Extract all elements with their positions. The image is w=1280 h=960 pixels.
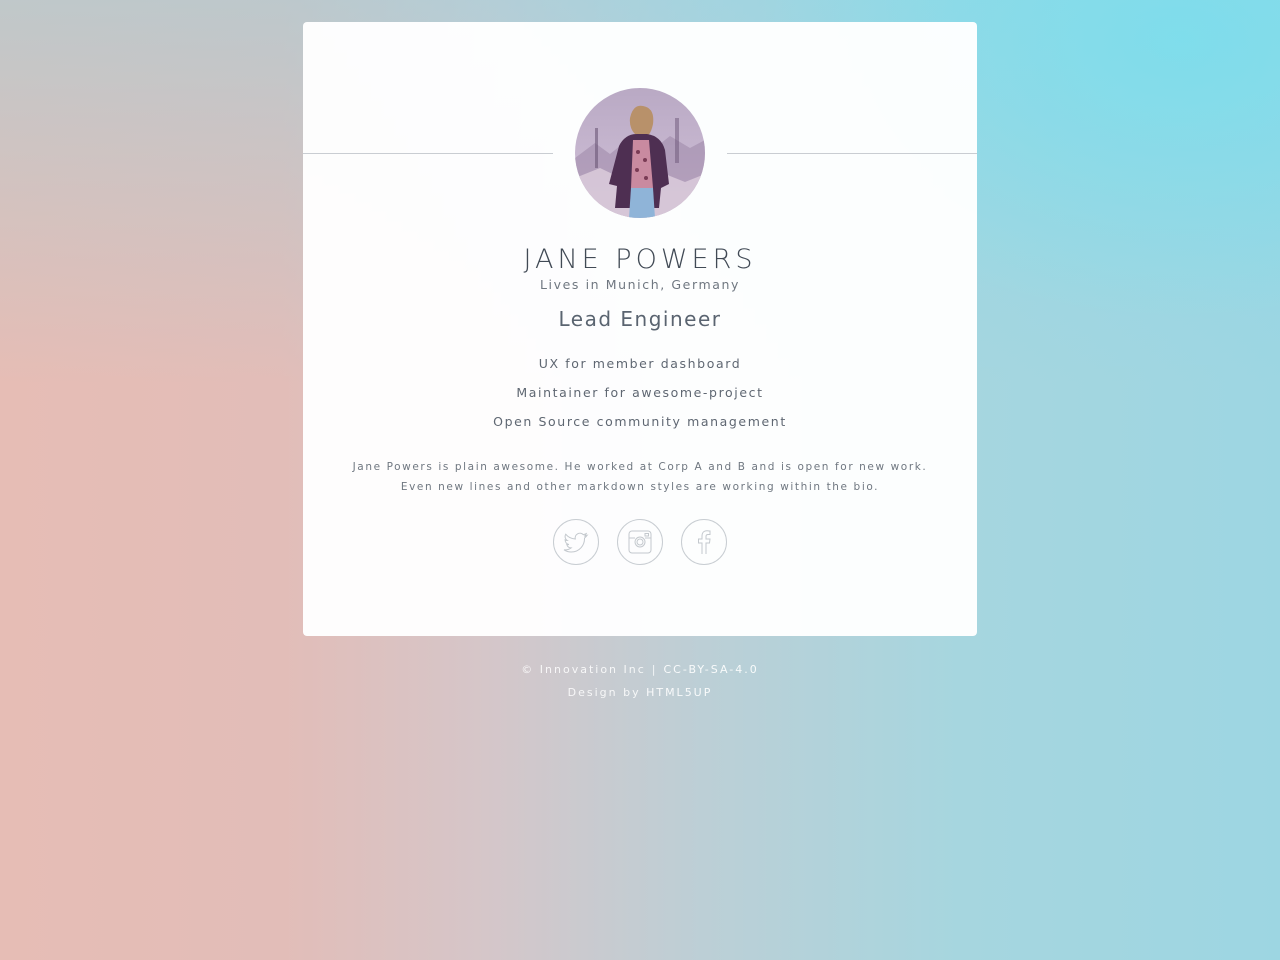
facebook-icon (698, 530, 711, 554)
duty-item: Open Source community management (493, 414, 787, 429)
instagram-icon (628, 530, 652, 554)
twitter-icon (563, 532, 589, 553)
profile-bio: Jane Powers is plain awesome. He worked … (303, 457, 977, 497)
avatar (575, 88, 705, 218)
profile-role: Lead Engineer (558, 307, 722, 331)
footer-design-prefix: Design by (567, 686, 641, 699)
avatar-photo (575, 88, 705, 218)
duties-list: UX for member dashboard Maintainer for a… (303, 356, 977, 443)
footer-separator: | (651, 663, 658, 676)
profile-card: JANE POWERS Lives in Munich, Germany Lea… (303, 22, 977, 636)
duty-item: UX for member dashboard (538, 356, 742, 371)
license-link[interactable]: CC-BY-SA-4.0 (664, 663, 759, 676)
bio-line: Even new lines and other markdown styles… (400, 481, 880, 493)
footer-copyright: © Innovation Inc (521, 663, 646, 676)
profile-location: Lives in Munich, Germany (539, 277, 741, 292)
social-links (303, 519, 977, 565)
divider-right (727, 153, 977, 154)
footer-line-1: © Innovation Inc | CC-BY-SA-4.0 (0, 663, 1280, 676)
footer: © Innovation Inc | CC-BY-SA-4.0 Design by … (0, 663, 1280, 699)
profile-name: JANE POWERS (523, 244, 757, 275)
duty-item: Maintainer for awesome-project (516, 385, 764, 400)
instagram-link[interactable] (617, 519, 663, 565)
divider-left (303, 153, 553, 154)
design-credit-link[interactable]: HTML5UP (646, 686, 712, 699)
footer-line-2: Design by HTML5UP (0, 686, 1280, 699)
bio-line: Jane Powers is plain awesome. He worked … (352, 461, 928, 473)
facebook-link[interactable] (681, 519, 727, 565)
twitter-link[interactable] (553, 519, 599, 565)
